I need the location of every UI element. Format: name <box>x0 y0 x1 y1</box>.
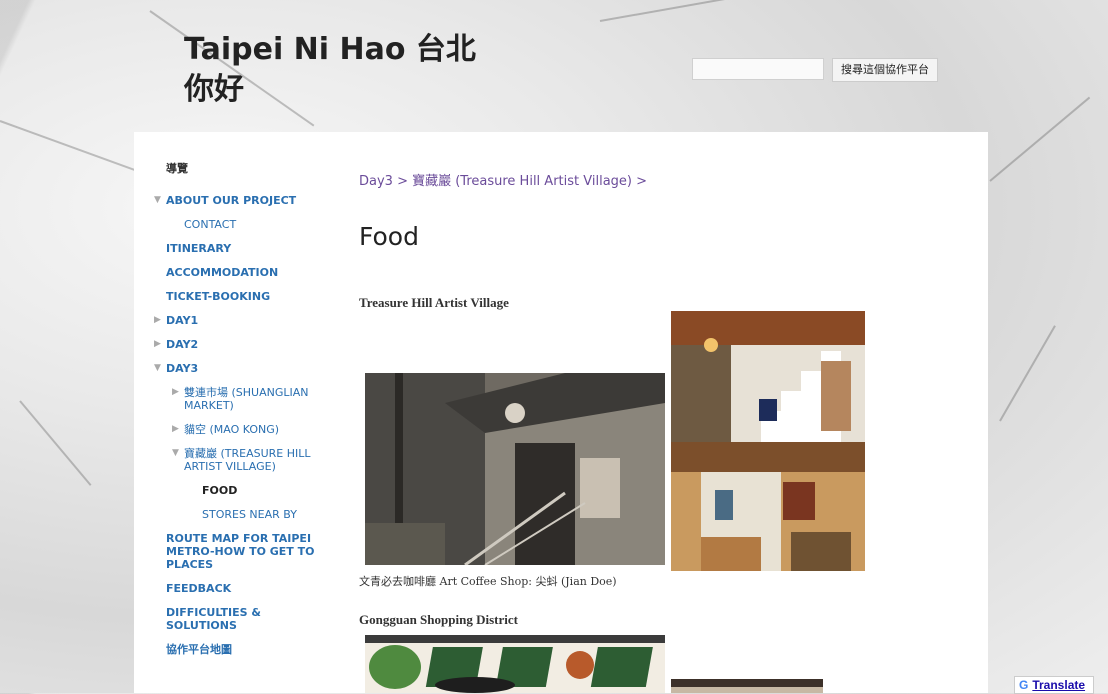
sidebar-item-difficulties[interactable]: DIFFICULTIES & SOLUTIONS <box>166 606 326 632</box>
sidebar-item-route-map[interactable]: ROUTE MAP FOR TAIPEI METRO-HOW TO GET TO… <box>166 532 326 571</box>
marble-vein <box>19 400 92 486</box>
photo-interior-stairs-image <box>671 311 865 442</box>
chevron-down-icon[interactable]: ▼ <box>154 362 161 375</box>
sidebar-item-maokong[interactable]: ▶ 貓空 (MAO KONG) <box>172 423 326 436</box>
google-g-icon: G <box>1019 678 1029 692</box>
sidebar-nav: 導覽 ▼ ABOUT OUR PROJECT CONTACT ITINERARY … <box>154 160 326 667</box>
chevron-down-icon[interactable]: ▼ <box>154 194 161 207</box>
photo-shop-sign-image <box>365 635 665 693</box>
sidebar-item-day1[interactable]: ▶ DAY1 <box>154 314 326 327</box>
nav-heading: 導覽 <box>166 162 188 175</box>
photo-partial[interactable] <box>671 679 823 693</box>
chevron-right-icon[interactable]: ▶ <box>172 386 179 399</box>
breadcrumb[interactable]: Day3 > 寶藏巖 (Treasure Hill Artist Village… <box>359 170 647 189</box>
sidebar-item-day2[interactable]: ▶ DAY2 <box>154 338 326 351</box>
photo-alley[interactable] <box>365 373 665 565</box>
photo-interior-room[interactable] <box>671 442 865 571</box>
sidebar-item-treasure-hill[interactable]: ▼ 寶藏巖 (TREASURE HILL ARTIST VILLAGE) <box>172 447 326 473</box>
chevron-right-icon[interactable]: ▶ <box>172 423 179 436</box>
photo-interior-room-image <box>671 442 865 571</box>
marble-vein <box>0 120 151 177</box>
section-heading: Treasure Hill Artist Village <box>359 295 509 310</box>
sidebar-item-food[interactable]: FOOD <box>202 484 326 497</box>
marble-vein <box>999 325 1056 422</box>
site-title[interactable]: Taipei Ni Hao 台北你好 <box>184 30 504 110</box>
sidebar-item-stores[interactable]: STORES NEAR BY <box>202 508 326 521</box>
page-title: Food <box>359 222 419 251</box>
photo-interior-stairs[interactable] <box>671 311 865 442</box>
translate-button[interactable]: G Translate <box>1014 676 1094 694</box>
photo-shop-sign[interactable] <box>365 635 665 693</box>
sidebar-item-feedback[interactable]: FEEDBACK <box>166 582 326 595</box>
sidebar-item-contact[interactable]: CONTACT <box>184 218 326 231</box>
marble-vein <box>599 0 857 22</box>
section-heading: Gongguan Shopping District <box>359 612 518 627</box>
marble-vein <box>989 96 1091 182</box>
sidebar-item-shuanglian[interactable]: ▶ 雙連市場 (SHUANGLIAN MARKET) <box>172 386 326 412</box>
search-input[interactable] <box>692 58 824 80</box>
chevron-right-icon[interactable]: ▶ <box>154 338 161 351</box>
photo-partial-image <box>671 679 823 693</box>
sidebar-item-itinerary[interactable]: ITINERARY <box>166 242 326 255</box>
photo-alley-image <box>365 373 665 565</box>
sidebar-item-ticket-booking[interactable]: TICKET-BOOKING <box>166 290 326 303</box>
chevron-down-icon[interactable]: ▼ <box>172 447 179 460</box>
sidebar-item-day3[interactable]: ▼ DAY3 <box>154 362 326 375</box>
page-card: 導覽 ▼ ABOUT OUR PROJECT CONTACT ITINERARY … <box>134 132 988 693</box>
search-button[interactable]: 搜尋這個協作平台 <box>832 58 938 82</box>
chevron-right-icon[interactable]: ▶ <box>154 314 161 327</box>
photo-caption: 文青必去咖啡廳 Art Coffee Shop: 尖蚪 (Jian Doe) <box>359 575 617 588</box>
sidebar-item-sitemap[interactable]: 協作平台地圖 <box>166 643 326 656</box>
sidebar-item-about[interactable]: ▼ ABOUT OUR PROJECT <box>154 194 326 207</box>
sidebar-item-accommodation[interactable]: ACCOMMODATION <box>166 266 326 279</box>
